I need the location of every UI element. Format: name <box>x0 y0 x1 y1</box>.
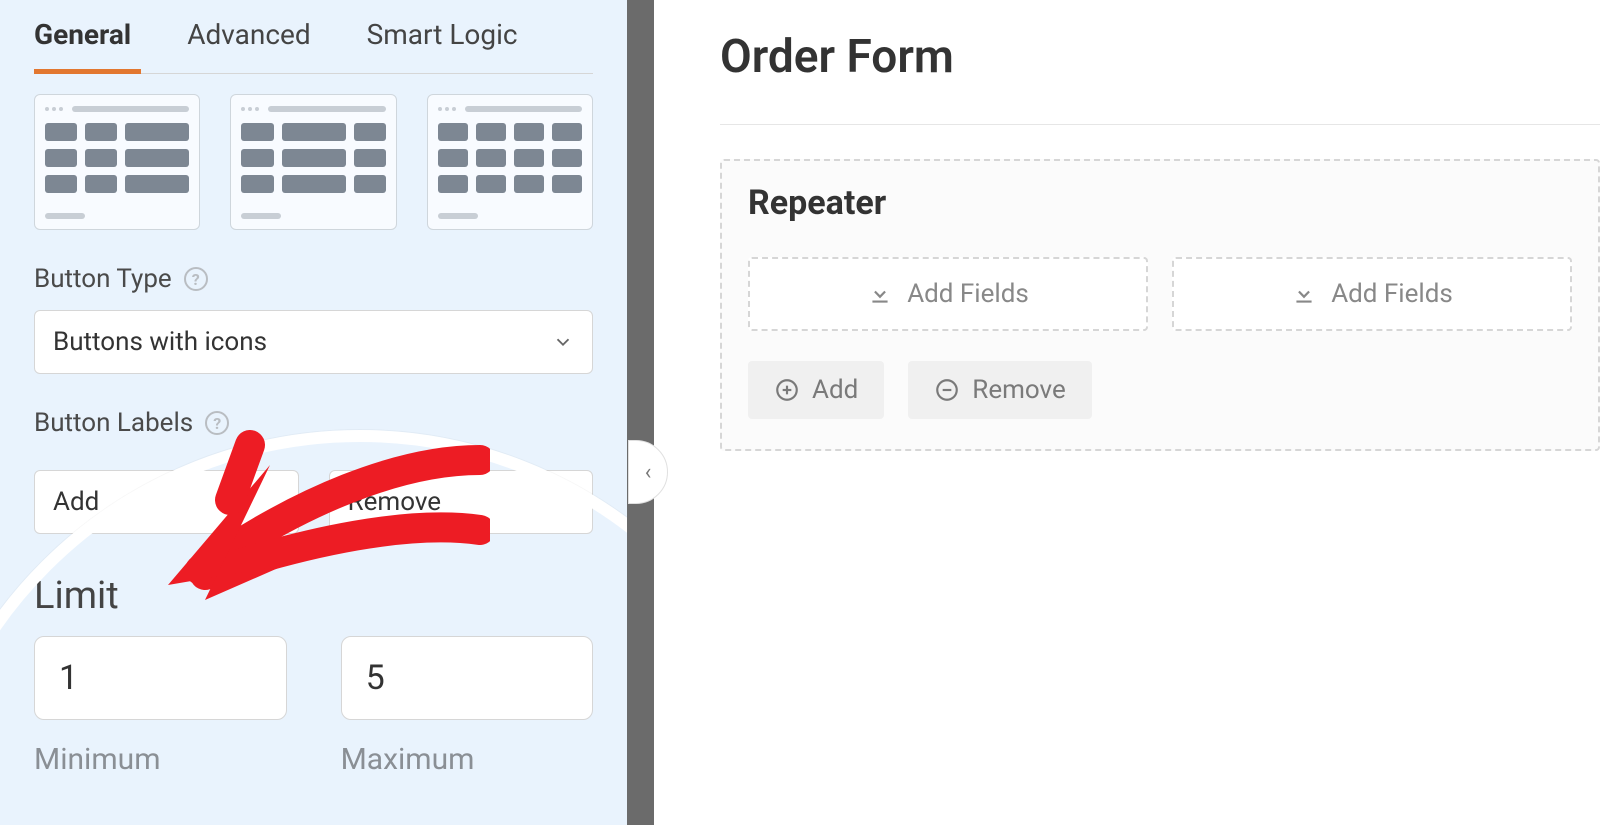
tab-smart-logic[interactable]: Smart Logic <box>367 8 518 73</box>
limit-max-label: Maximum <box>341 742 594 777</box>
add-fields-slot[interactable]: Add Fields <box>748 257 1148 331</box>
button-labels-group: Button Labels ? <box>34 408 593 534</box>
layout-option-2[interactable] <box>230 94 396 230</box>
add-fields-label: Add Fields <box>907 279 1029 309</box>
form-title: Order Form <box>720 30 1600 84</box>
limit-min-input[interactable] <box>34 636 287 720</box>
add-label-input[interactable] <box>34 470 299 534</box>
repeater-add-label: Add <box>812 375 858 405</box>
button-type-label: Button Type <box>34 264 172 294</box>
layout-option-1[interactable] <box>34 94 200 230</box>
layout-options <box>34 94 593 230</box>
repeater-title: Repeater <box>748 183 1572 223</box>
remove-label-input[interactable] <box>329 470 594 534</box>
tab-general[interactable]: General <box>34 8 131 73</box>
form-preview: Order Form Repeater Add Fields Add Field… <box>654 0 1600 825</box>
add-fields-label: Add Fields <box>1331 279 1453 309</box>
button-type-group: Button Type ? Buttons with icons <box>34 264 593 374</box>
repeater-field[interactable]: Repeater Add Fields Add Fields <box>720 159 1600 451</box>
settings-tabs: General Advanced Smart Logic <box>34 8 593 74</box>
limit-inputs: Minimum Maximum <box>34 636 593 777</box>
chevron-left-icon: ‹ <box>645 460 652 485</box>
panel-divider: ‹ <box>627 0 654 825</box>
minus-circle-icon <box>934 377 960 403</box>
settings-panel: General Advanced Smart Logic <box>0 0 627 825</box>
divider-line <box>720 124 1600 125</box>
chevron-down-icon <box>552 331 574 353</box>
repeater-remove-label: Remove <box>972 375 1065 405</box>
limit-max-input[interactable] <box>341 636 594 720</box>
button-labels-label: Button Labels <box>34 408 193 438</box>
download-icon <box>867 281 893 307</box>
button-type-select[interactable]: Buttons with icons <box>34 310 593 374</box>
help-icon[interactable]: ? <box>205 411 229 435</box>
repeater-add-button[interactable]: Add <box>748 361 884 419</box>
download-icon <box>1291 281 1317 307</box>
plus-circle-icon <box>774 377 800 403</box>
tab-advanced[interactable]: Advanced <box>187 8 310 73</box>
layout-option-3[interactable] <box>427 94 593 230</box>
limit-heading: Limit <box>34 574 593 618</box>
add-fields-slot[interactable]: Add Fields <box>1172 257 1572 331</box>
limit-min-label: Minimum <box>34 742 287 777</box>
repeater-remove-button[interactable]: Remove <box>908 361 1091 419</box>
help-icon[interactable]: ? <box>184 267 208 291</box>
button-type-value: Buttons with icons <box>53 327 267 357</box>
